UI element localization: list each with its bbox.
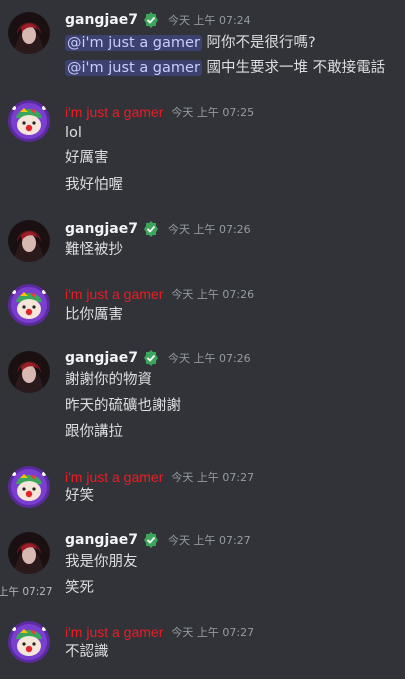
timestamp: 今天 上午 07:27	[171, 626, 255, 639]
verified-badge-icon	[143, 12, 158, 28]
verified-badge-icon	[143, 532, 158, 548]
avatar-gangjae7[interactable]	[8, 12, 50, 54]
timestamp: 今天 上午 07:25	[171, 106, 255, 119]
timestamp: 今天 上午 07:26	[167, 352, 251, 365]
message-line: 比你厲害	[65, 307, 123, 323]
avatar-gamer[interactable]	[8, 284, 50, 326]
message-line: 昨天的硫礦也謝謝	[65, 398, 181, 414]
verified-badge-icon	[143, 350, 158, 366]
username[interactable]: i'm just a gamer	[65, 286, 163, 302]
avatar-gamer[interactable]	[8, 466, 50, 508]
message-line: 我是你朋友	[65, 554, 138, 570]
hover-timestamp: 上午 07:27	[0, 586, 53, 598]
message-header: i'm just a gamer 今天 上午 07:25	[65, 102, 254, 122]
message-line: 好笑	[65, 488, 94, 504]
message-header: i'm just a gamer 今天 上午 07:27	[65, 622, 254, 642]
message-line: lol	[65, 125, 82, 141]
message-text: 國中生要求一堆 不敢接電話	[201, 60, 386, 76]
message-header: i'm just a gamer 今天 上午 07:26	[65, 284, 254, 304]
message-line: 好厲害	[65, 150, 109, 166]
mention[interactable]: @i'm just a gamer	[65, 60, 202, 76]
username[interactable]: i'm just a gamer	[65, 469, 163, 485]
message-line: 我好怕喔	[65, 177, 123, 193]
message-header: gangjae7 今天 上午 07:26	[65, 219, 251, 239]
verified-badge-icon	[143, 221, 158, 237]
timestamp: 今天 上午 07:27	[171, 471, 255, 484]
avatar-gamer[interactable]	[8, 621, 50, 663]
avatar-gamer[interactable]	[8, 100, 50, 142]
message-line: 跟你講拉	[65, 424, 123, 440]
timestamp: 今天 上午 07:26	[171, 288, 255, 301]
timestamp: 今天 上午 07:24	[167, 14, 251, 27]
avatar-gangjae7[interactable]	[8, 532, 50, 574]
username[interactable]: i'm just a gamer	[65, 104, 163, 120]
avatar-gangjae7[interactable]	[8, 351, 50, 393]
avatar-gangjae7[interactable]	[8, 220, 50, 262]
username[interactable]: gangjae7	[65, 12, 138, 28]
message-line: 不認識	[65, 644, 109, 660]
message-text: 阿你不是很行嗎?	[201, 35, 316, 51]
message-line: 笑死	[65, 580, 94, 596]
username[interactable]: gangjae7	[65, 532, 138, 548]
mention[interactable]: @i'm just a gamer	[65, 35, 202, 51]
message-line: 難怪被抄	[65, 242, 123, 258]
username[interactable]: gangjae7	[65, 221, 138, 237]
message-header: gangjae7 今天 上午 07:26	[65, 348, 251, 368]
message-line: @i'm just a gamer 阿你不是很行嗎?	[65, 33, 316, 53]
message-header: gangjae7 今天 上午 07:24	[65, 10, 251, 30]
timestamp: 今天 上午 07:27	[167, 534, 251, 547]
timestamp: 今天 上午 07:26	[167, 223, 251, 236]
message-header: i'm just a gamer 今天 上午 07:27	[65, 467, 254, 487]
message-line: @i'm just a gamer 國中生要求一堆 不敢接電話	[65, 58, 385, 78]
username[interactable]: i'm just a gamer	[65, 624, 163, 640]
message-line: 謝謝你的物資	[65, 372, 152, 388]
username[interactable]: gangjae7	[65, 350, 138, 366]
message-header: gangjae7 今天 上午 07:27	[65, 530, 251, 550]
